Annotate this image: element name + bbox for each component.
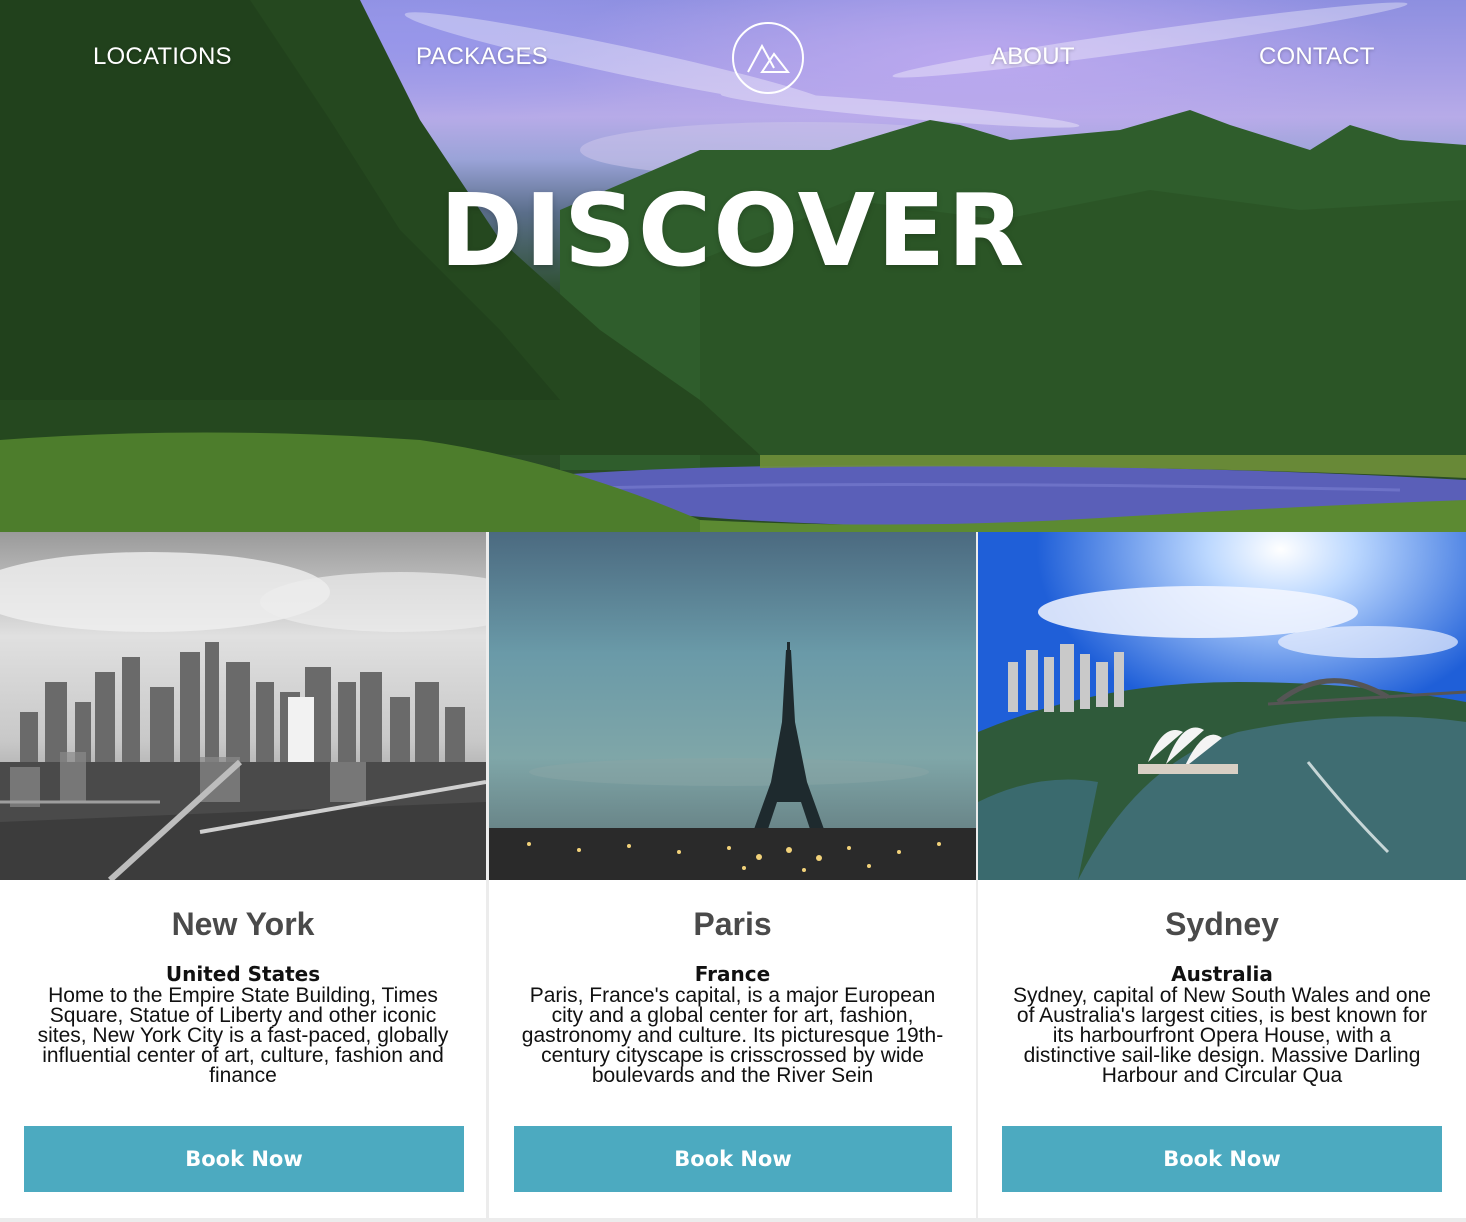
site-logo[interactable]	[732, 22, 804, 94]
book-now-button[interactable]: Book Now	[514, 1126, 952, 1192]
new-york-photo	[0, 532, 486, 880]
card-paris: Paris France Paris, France's capital, is…	[489, 532, 976, 1218]
hero-banner: LOCATIONS PACKAGES ABOUT CONTACT DISCOVE…	[0, 0, 1466, 532]
nav-packages-link[interactable]: PACKAGES	[416, 43, 548, 71]
card-city-title: Paris	[693, 906, 772, 942]
nav-contact-link[interactable]: CONTACT	[1259, 43, 1375, 71]
paris-photo	[489, 532, 976, 880]
card-country-label: Australia	[1171, 962, 1273, 986]
card-new-york: New York United States Home to the Empir…	[0, 532, 486, 1218]
mountain-logo-icon	[747, 43, 790, 73]
card-sydney: Sydney Australia Sydney, capital of New …	[978, 532, 1466, 1218]
card-city-title: Sydney	[1165, 906, 1279, 942]
card-country-label: France	[694, 962, 771, 986]
sydney-photo	[978, 532, 1466, 880]
nav-about-link[interactable]: ABOUT	[991, 43, 1075, 71]
card-description: Sydney, capital of New South Wales and o…	[1013, 984, 1431, 1087]
book-now-button[interactable]: Book Now	[24, 1126, 464, 1192]
card-country-label: United States	[165, 962, 321, 986]
card-description: Home to the Empire State Building, Times…	[37, 984, 449, 1087]
book-now-button[interactable]: Book Now	[1002, 1126, 1442, 1192]
hero-title: DISCOVER	[439, 172, 1027, 289]
destination-cards: New York United States Home to the Empir…	[0, 532, 1466, 1222]
card-description: Paris, France's capital, is a major Euro…	[521, 984, 944, 1087]
nav-locations-link[interactable]: LOCATIONS	[93, 43, 232, 71]
card-city-title: New York	[171, 906, 315, 942]
